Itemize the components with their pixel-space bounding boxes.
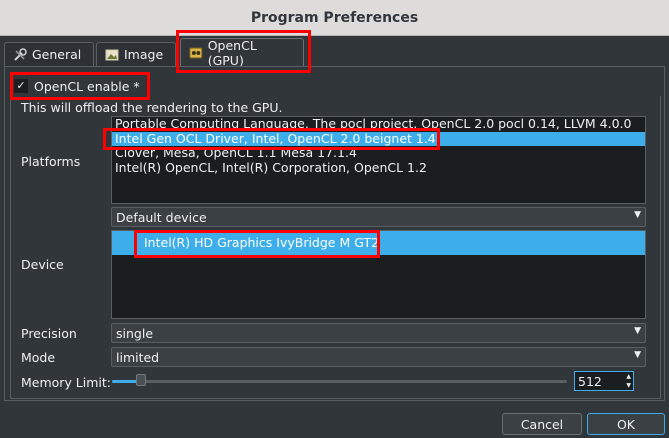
opencl-enable-row[interactable]: ✓ OpenCL enable *	[14, 76, 140, 96]
window-title-bar: Program Preferences	[0, 0, 669, 36]
device-item-selected[interactable]: Intel(R) HD Graphics IvyBridge M GT2	[112, 231, 645, 255]
device-combo[interactable]: Default device ▼	[111, 207, 646, 227]
platform-item[interactable]: Intel(R) OpenCL, Intel(R) Corporation, O…	[112, 160, 645, 176]
tab-bar: General Image OpenCL (GPU)	[0, 38, 669, 68]
window-title: Program Preferences	[250, 9, 419, 26]
devices-list[interactable]: Intel(R) HD Graphics IvyBridge M GT2	[111, 230, 646, 319]
tab-opencl-gpu[interactable]: OpenCL (GPU)	[180, 38, 304, 68]
precision-combo[interactable]: single ▼	[111, 323, 646, 343]
image-icon	[105, 49, 119, 60]
tab-general-label: General	[32, 47, 82, 62]
platform-item[interactable]: Clover, Mesa, OpenCL 1.1 Mesa 17.1.4	[112, 145, 645, 161]
memory-limit-spinbox[interactable]: 512 ▲ ▼	[574, 371, 634, 391]
memory-limit-label: Memory Limit:	[21, 375, 112, 390]
memory-limit-slider-fill	[112, 380, 138, 383]
memory-limit-slider-handle[interactable]	[136, 374, 146, 386]
opencl-enable-checkbox[interactable]: ✓	[14, 79, 28, 93]
device-combo-value: Default device	[116, 209, 207, 225]
tab-opencl-gpu-label: OpenCL (GPU)	[207, 38, 257, 68]
tools-icon	[14, 47, 27, 61]
tab-image[interactable]: Image	[96, 42, 176, 66]
tab-image-label: Image	[124, 47, 164, 62]
platforms-label: Platforms	[21, 154, 81, 169]
chevron-down-icon: ▼	[634, 210, 641, 220]
platform-item[interactable]: Portable Computing Language, The pocl pr…	[112, 117, 645, 132]
platform-item-selected[interactable]: Intel Gen OCL Driver, Intel, OpenCL 2.0 …	[112, 131, 645, 146]
opencl-description: This will offload the rendering to the G…	[21, 100, 283, 115]
gpu-icon	[189, 47, 203, 59]
precision-value: single	[116, 325, 154, 341]
opencl-enable-label: OpenCL enable *	[34, 78, 140, 94]
platforms-list[interactable]: Portable Computing Language, The pocl pr…	[111, 116, 646, 204]
chevron-down-icon: ▼	[634, 350, 641, 360]
precision-label: Precision	[21, 326, 77, 341]
device-label: Device	[21, 257, 64, 272]
chevron-down-icon: ▼	[634, 326, 641, 336]
ok-button-label: OK	[616, 416, 636, 432]
mode-value: limited	[116, 349, 160, 365]
mode-label: Mode	[21, 350, 56, 365]
spin-arrows-icon[interactable]: ▲ ▼	[626, 372, 631, 390]
ok-button[interactable]: OK	[587, 413, 665, 435]
memory-limit-slider[interactable]	[112, 380, 567, 383]
cancel-button[interactable]: Cancel	[502, 413, 582, 435]
tab-general[interactable]: General	[4, 42, 94, 66]
cancel-button-label: Cancel	[520, 416, 564, 432]
memory-limit-value: 512	[578, 373, 602, 389]
mode-combo[interactable]: limited ▼	[111, 347, 646, 367]
